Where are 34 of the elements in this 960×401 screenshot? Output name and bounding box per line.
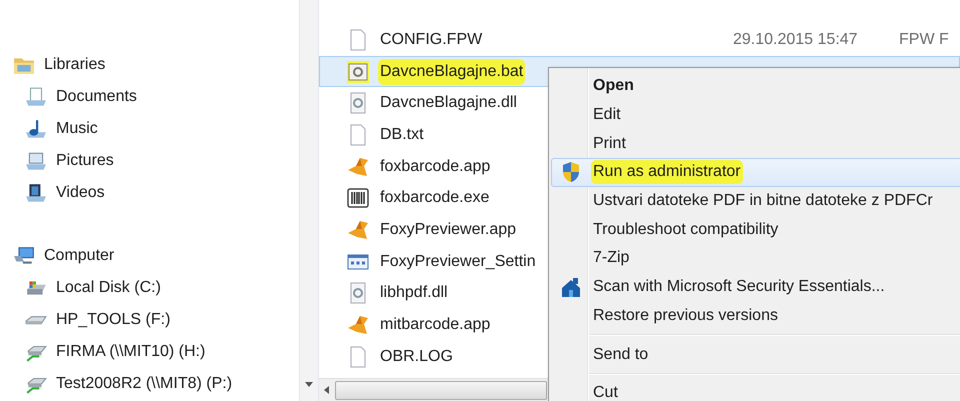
menu-label: Ustvari datoteke PDF in bitne datoteke z PDFCr bbox=[592, 191, 934, 212]
file-date: 29.10.2015 15:47 bbox=[733, 30, 859, 49]
menu-label: Edit bbox=[592, 105, 622, 126]
nav-label: Documents bbox=[56, 88, 137, 106]
menu-label: Restore previous versions bbox=[592, 306, 779, 326]
file-name: DB.txt bbox=[379, 124, 425, 145]
nav-label: Libraries bbox=[44, 56, 106, 74]
nav-label: Local Disk (C:) bbox=[56, 279, 161, 297]
nav-label: Test2008R2 (\\MIT8) (P:) bbox=[56, 375, 232, 393]
nav-label: Music bbox=[56, 120, 98, 138]
file-name: foxbarcode.exe bbox=[379, 188, 490, 208]
file-name: FoxyPreviewer.app bbox=[379, 220, 518, 240]
menu-label: Troubleshoot compatibility bbox=[592, 220, 780, 240]
menu-label: Open bbox=[592, 76, 635, 96]
file-name: DavcneBlagajne.bat bbox=[378, 58, 526, 85]
file-name: DavcneBlagajne.dll bbox=[379, 93, 518, 114]
nav-label: Videos bbox=[56, 184, 105, 202]
menu-label: Print bbox=[592, 134, 627, 154]
menu-label: 7-Zip bbox=[592, 248, 630, 268]
file-name: CONFIG.FPW bbox=[379, 30, 484, 50]
file-name: OBR.LOG bbox=[379, 346, 454, 367]
file-name: foxbarcode.app bbox=[379, 156, 492, 177]
nav-label: Pictures bbox=[56, 152, 114, 170]
file-name: libhpdf.dll bbox=[379, 283, 449, 304]
nav-label: HP_TOOLS (F:) bbox=[56, 311, 170, 329]
menu-label: Cut bbox=[592, 383, 619, 401]
menu-label: Run as administrator bbox=[591, 160, 743, 184]
file-name: mitbarcode.app bbox=[379, 315, 492, 336]
nav-label: Computer bbox=[44, 247, 114, 265]
menu-label: Send to bbox=[592, 344, 650, 365]
menu-label: Scan with Microsoft Security Essentials... bbox=[592, 277, 886, 298]
file-name: FoxyPreviewer_Settin bbox=[379, 252, 537, 272]
nav-label: FIRMA (\\MIT10) (H:) bbox=[56, 343, 206, 361]
file-type: FPW F bbox=[899, 30, 949, 49]
